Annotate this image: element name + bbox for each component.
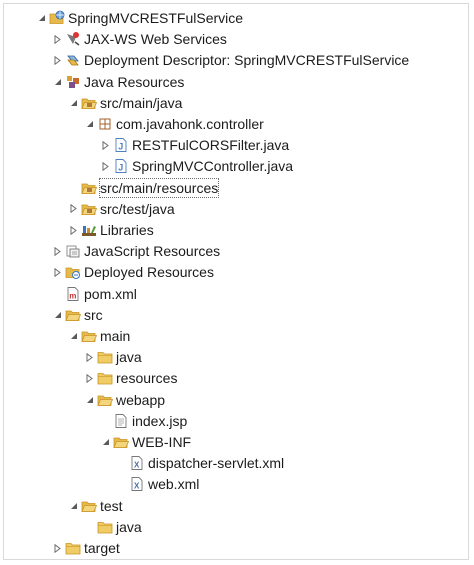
folder-icon [97,392,113,408]
tree-item-label: web.xml [148,476,200,493]
tree-item-label: SpringMVCController.java [132,158,294,175]
expand-toggle-icon[interactable] [68,496,79,516]
tree-item-label: src/main/resources [99,177,220,198]
tree-item-label: Java Resources [84,73,185,90]
expand-toggle-icon[interactable] [52,29,63,49]
tree-item-label: target [84,540,120,556]
tree-item-label: dispatcher-servlet.xml [148,455,285,472]
expand-toggle-icon [116,474,127,494]
expand-toggle-icon[interactable] [100,156,111,176]
folder-icon [65,540,81,556]
libraries-icon [81,222,97,238]
tree-item-label: src [84,306,103,323]
folder-icon [81,328,97,344]
expand-toggle-icon [52,284,63,304]
expand-toggle-icon[interactable] [52,50,63,70]
jsp-file-icon [113,413,129,429]
deployment-descriptor-icon [65,52,81,68]
tree-item-label: JavaScript Resources [84,243,221,260]
tree-item-label: main [100,328,131,344]
expand-toggle-icon[interactable] [84,390,95,410]
tree-item-label: com.javahonk.controller [116,116,264,132]
expand-toggle-icon [116,453,127,473]
expand-toggle-icon[interactable] [68,220,79,240]
xml-file-icon: X [129,455,145,471]
tree-item-label: test [100,497,123,514]
project-explorer: SpringMVCRESTFulService JAX-WS Web Servi… [3,3,469,560]
tree-item-label: pom.xml [84,285,137,302]
xml-file-icon: X [129,476,145,492]
tree-item-label: src/test/java [100,200,175,217]
tree-item-label: RESTFulCORSFilter.java [132,137,290,154]
tree-item-label: index.jsp [132,412,188,429]
expand-toggle-icon[interactable] [100,135,111,155]
tree-item-label: java [116,349,142,366]
source-folder-icon [81,180,97,196]
expand-toggle-icon[interactable] [52,241,63,261]
expand-toggle-icon[interactable] [68,199,79,219]
deployed-resources-icon [65,264,81,280]
jaxws-services-icon [65,31,81,47]
expand-toggle-icon [100,411,111,431]
source-folder-icon [81,201,97,217]
expand-toggle-icon[interactable] [84,114,95,134]
expand-toggle-icon[interactable] [68,326,79,346]
expand-toggle-icon[interactable] [68,93,79,113]
tree-item-label: src/main/java [100,94,183,111]
folder-icon [97,349,113,365]
web-project-icon [49,10,65,26]
java-resources-icon [65,74,81,90]
tree-item-label: SpringMVCRESTFulService [68,10,244,26]
folder-icon [81,498,97,514]
java-file-icon: J [113,137,129,153]
tree-item-label: Deployed Resources [84,264,214,281]
folder-icon [97,519,113,535]
java-file-icon: J [113,158,129,174]
tree-item-label: java [116,518,142,535]
maven-pom-icon: m [65,286,81,302]
svg-text:X: X [134,461,140,470]
expand-toggle-icon[interactable] [100,432,111,452]
expand-toggle-icon[interactable] [52,538,63,558]
expand-toggle-icon[interactable] [84,347,95,367]
expand-toggle-icon[interactable] [36,8,47,28]
expand-toggle-icon[interactable] [52,72,63,92]
svg-text:J: J [118,163,123,173]
folder-icon [65,307,81,323]
package-icon [97,116,113,132]
tree-item-label: WEB-INF [132,434,192,450]
tree-item-label: Deployment Descriptor: SpringMVCRESTFulS… [84,52,410,69]
expand-toggle-icon[interactable] [52,305,63,325]
folder-icon [113,434,129,450]
source-folder-icon [81,95,97,111]
expand-toggle-icon [68,178,79,198]
svg-text:m: m [69,291,76,300]
tree-item-label: webapp [116,391,166,408]
tree-item-label: Libraries [100,222,154,238]
tree-item-label: resources [116,370,178,387]
expand-toggle-icon[interactable] [84,368,95,388]
javascript-resources-icon [65,243,81,259]
expand-toggle-icon [84,517,95,537]
expand-toggle-icon[interactable] [52,262,63,282]
svg-text:X: X [134,482,140,491]
tree-item-label: JAX-WS Web Services [84,31,227,48]
svg-text:J: J [118,142,123,152]
folder-icon [97,370,113,386]
